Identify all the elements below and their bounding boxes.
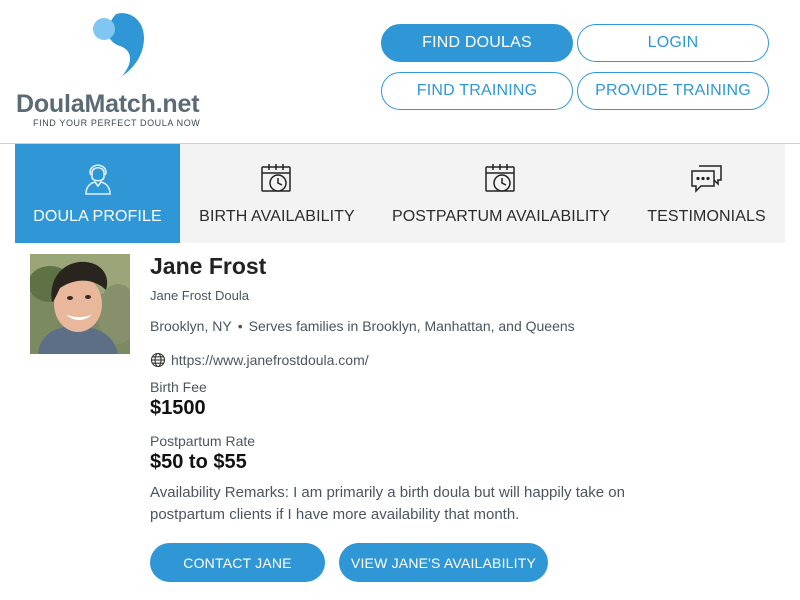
login-button[interactable]: LOGIN: [577, 24, 769, 62]
site-logo[interactable]: DoulaMatch.net FIND YOUR PERFECT DOULA N…: [16, 12, 226, 132]
logo-tagline: FIND YOUR PERFECT DOULA NOW: [33, 118, 201, 128]
tab-postpartum-availability[interactable]: POSTPARTUM AVAILABILITY: [374, 144, 628, 243]
chat-bubbles-icon: [690, 165, 722, 193]
business-name: Jane Frost Doula: [150, 288, 249, 303]
find-training-button[interactable]: FIND TRAINING: [381, 72, 573, 110]
website-link[interactable]: https://www.janefrostdoula.com/: [150, 352, 369, 368]
doula-photo: [30, 254, 130, 354]
site-header: DoulaMatch.net FIND YOUR PERFECT DOULA N…: [0, 0, 800, 144]
tab-label: POSTPARTUM AVAILABILITY: [391, 208, 611, 225]
birth-fee-value: $1500: [150, 397, 206, 419]
tab-label: BIRTH AVAILABILITY: [199, 208, 355, 225]
person-icon: [84, 164, 111, 195]
logo-wordmark: DoulaMatch.net: [16, 90, 200, 118]
logo-mark-icon: [93, 13, 144, 76]
tab-testimonials[interactable]: TESTIMONIALS: [628, 144, 785, 243]
profile-tabs: DOULA PROFILE BIRTH AVAILABILITY POSTPAR…: [15, 144, 785, 243]
tab-birth-availability[interactable]: BIRTH AVAILABILITY: [180, 144, 374, 243]
tab-label: DOULA PROFILE: [33, 208, 162, 225]
avatar: [30, 254, 130, 354]
availability-remarks: Availability Remarks: I am primarily a b…: [150, 484, 625, 523]
tab-doula-profile[interactable]: DOULA PROFILE: [15, 144, 180, 243]
provide-training-button[interactable]: PROVIDE TRAINING: [577, 72, 769, 110]
location-line: Brooklyn, NY • Serves families in Brooklyn…: [150, 318, 575, 334]
calendar-clock-icon: [485, 164, 515, 192]
calendar-clock-icon: [261, 164, 291, 192]
birth-fee-label: Birth Fee: [150, 379, 207, 395]
view-availability-button[interactable]: VIEW JANE'S AVAILABILITY: [339, 543, 548, 582]
postpartum-rate-label: Postpartum Rate: [150, 433, 256, 449]
tab-label: TESTIMONIALS: [647, 208, 766, 225]
doula-name: Jane Frost: [150, 253, 267, 279]
service-area: Serves families in Brooklyn, Manhattan, …: [248, 318, 575, 334]
find-doulas-button[interactable]: FIND DOULAS: [381, 24, 573, 62]
globe-icon: [150, 352, 166, 368]
contact-button[interactable]: CONTACT JANE: [150, 543, 325, 582]
city: Brooklyn, NY: [150, 318, 232, 334]
separator-dot: •: [237, 318, 243, 334]
website-url[interactable]: https://www.janefrostdoula.com/: [171, 352, 369, 368]
postpartum-rate-value: $50 to $55: [150, 451, 247, 473]
